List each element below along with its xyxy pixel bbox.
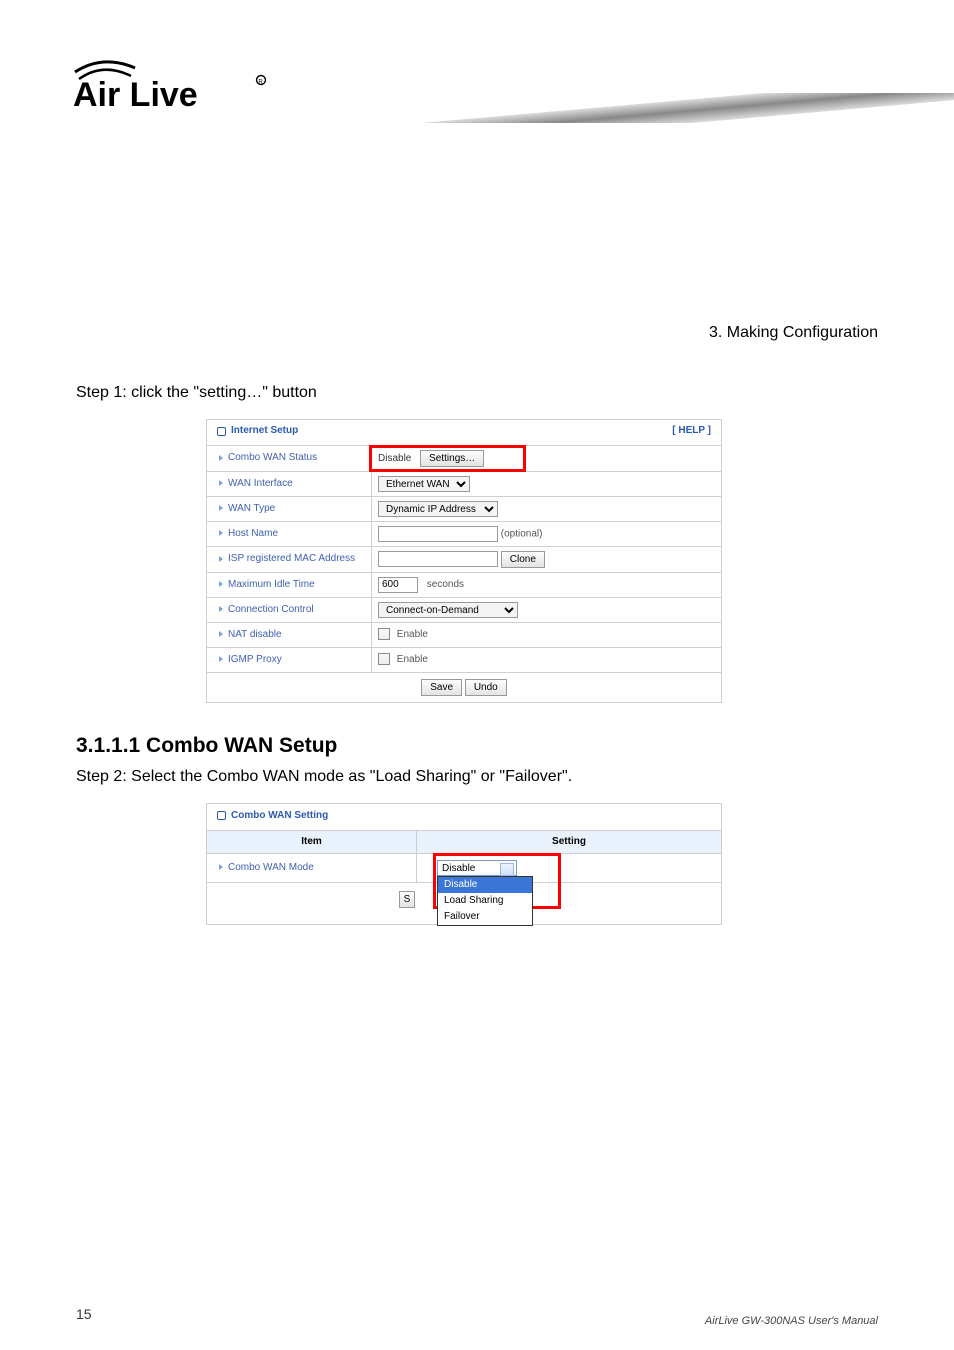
undo-button[interactable]: Undo	[465, 679, 507, 696]
triangle-icon	[219, 864, 223, 870]
label-max-idle: Maximum Idle Time	[228, 579, 315, 590]
section-title-text: Internet Setup	[231, 424, 298, 438]
conn-ctrl-select[interactable]: Connect-on-Demand	[378, 602, 518, 618]
settings-button[interactable]: Settings…	[420, 450, 484, 467]
isp-mac-input[interactable]	[378, 551, 498, 567]
label-wan-interface: WAN Interface	[228, 478, 293, 489]
combo-wan-title: Combo WAN Setting	[217, 809, 328, 823]
wan-type-select[interactable]: Dynamic IP Address	[378, 501, 498, 517]
help-link[interactable]: [ HELP ]	[672, 424, 711, 438]
row-conn-ctrl: Connection Control Connect-on-Demand	[207, 597, 722, 622]
label-nat-disable: NAT disable	[228, 629, 282, 640]
label-combo-wan-mode: Combo WAN Mode	[228, 862, 314, 873]
host-name-input[interactable]	[378, 526, 498, 542]
triangle-icon	[219, 631, 223, 637]
triangle-icon	[219, 530, 223, 536]
page-header: Air Live R	[0, 0, 954, 165]
dropdown-option-disable[interactable]: Disable	[438, 877, 532, 893]
airlive-logo: Air Live R	[73, 58, 288, 113]
triangle-icon	[219, 656, 223, 662]
svg-text:R: R	[258, 80, 263, 86]
label-combo-wan-status: Combo WAN Status	[228, 452, 317, 463]
internet-setup-header-row: Internet Setup [ HELP ]	[207, 419, 722, 445]
max-idle-input[interactable]	[378, 577, 418, 593]
row-isp-mac: ISP registered MAC Address Clone	[207, 546, 722, 572]
section-heading: 3.1.1.1 Combo WAN Setup	[76, 731, 878, 760]
wan-interface-select[interactable]: Ethernet WAN	[378, 476, 470, 492]
step-2-text: Step 2: Select the Combo WAN mode as "Lo…	[76, 766, 878, 788]
internet-setup-table: Internet Setup [ HELP ] Combo WAN Status…	[206, 419, 722, 703]
triangle-icon	[219, 480, 223, 486]
row-combo-wan-mode: Combo WAN Mode Disable Disable Load Shar…	[207, 854, 722, 883]
combo-wan-header-row: Combo WAN Setting	[207, 803, 722, 831]
triangle-icon	[219, 455, 223, 461]
step-1-text: Step 1: click the "setting…" button	[76, 382, 878, 404]
dropdown-current: Disable	[437, 860, 517, 876]
max-idle-suffix: seconds	[427, 579, 464, 590]
row-host-name: Host Name (optional)	[207, 521, 722, 546]
igmp-proxy-checkbox[interactable]	[378, 653, 390, 665]
save-button-partial[interactable]: S	[399, 891, 415, 908]
section-icon	[217, 811, 226, 820]
row-igmp-proxy: IGMP Proxy Enable	[207, 647, 722, 672]
label-host-name: Host Name	[228, 528, 278, 539]
internet-setup-title: Internet Setup	[217, 424, 298, 438]
footer-text: AirLive GW-300NAS User's Manual	[705, 1314, 878, 1328]
label-wan-type: WAN Type	[228, 503, 275, 514]
triangle-icon	[219, 505, 223, 511]
triangle-icon	[219, 606, 223, 612]
save-button[interactable]: Save	[421, 679, 462, 696]
label-igmp-proxy: IGMP Proxy	[228, 654, 282, 665]
dropdown-option-failover[interactable]: Failover	[438, 909, 532, 925]
combo-wan-title-text: Combo WAN Setting	[231, 809, 328, 823]
col-item: Item	[207, 831, 417, 854]
row-wan-type: WAN Type Dynamic IP Address	[207, 496, 722, 521]
actions-row: Save Undo	[207, 672, 722, 702]
row-nat-disable: NAT disable Enable	[207, 622, 722, 647]
triangle-icon	[219, 556, 223, 562]
triangle-icon	[219, 581, 223, 587]
label-conn-ctrl: Connection Control	[228, 604, 314, 615]
footer-line-1: AirLive GW-300NAS User's Manual	[705, 1314, 878, 1328]
combo-columns-row: Item Setting	[207, 831, 722, 854]
header-swoosh-graphic	[291, 93, 954, 123]
document-body: 3. Making Configuration Step 1: click th…	[0, 165, 954, 925]
section-icon	[217, 427, 226, 436]
chapter-label: 3. Making Configuration	[76, 322, 878, 344]
row-max-idle: Maximum Idle Time seconds	[207, 572, 722, 597]
nat-disable-checkbox[interactable]	[378, 628, 390, 640]
svg-text:Air Live: Air Live	[73, 76, 198, 113]
col-setting: Setting	[417, 831, 722, 854]
nat-disable-checkbox-label: Enable	[397, 629, 428, 640]
combo-wan-table: Combo WAN Setting Item Setting Combo WAN…	[206, 803, 722, 926]
host-name-note: (optional)	[501, 528, 543, 539]
clone-button[interactable]: Clone	[501, 551, 545, 568]
igmp-proxy-checkbox-label: Enable	[397, 654, 428, 665]
page-number: 15	[76, 1306, 92, 1322]
dropdown-option-load-sharing[interactable]: Load Sharing	[438, 893, 532, 909]
row-wan-interface: WAN Interface Ethernet WAN	[207, 471, 722, 496]
dropdown-list: Disable Load Sharing Failover	[437, 876, 533, 926]
combo-wan-mode-select[interactable]: Disable Disable Load Sharing Failover	[437, 860, 517, 876]
row-combo-wan-status: Combo WAN Status Disable Settings…	[207, 445, 722, 471]
combo-wan-status-value: Disable	[378, 453, 411, 464]
label-isp-mac: ISP registered MAC Address	[228, 553, 355, 564]
